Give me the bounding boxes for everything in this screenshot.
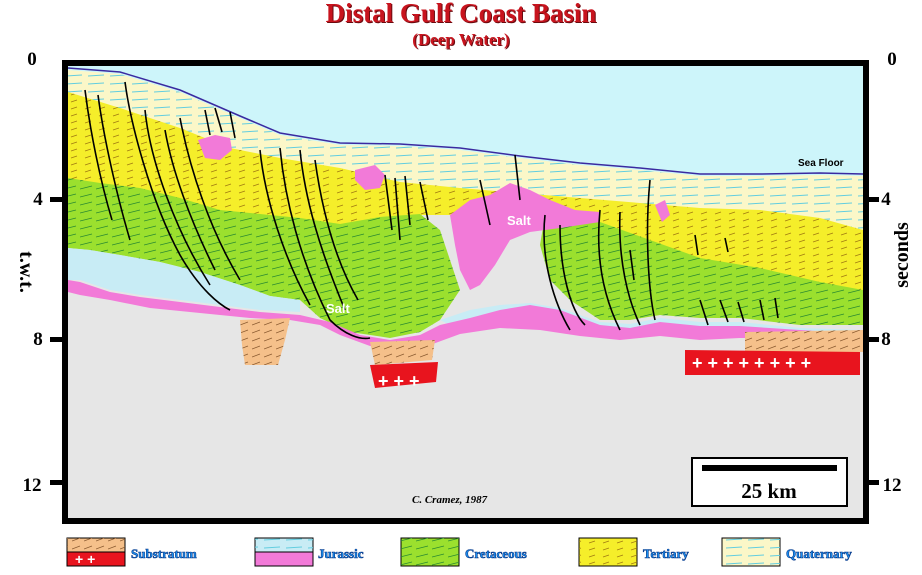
tick-mark-right-8 — [869, 337, 879, 342]
svg-text:+ +: + + — [75, 551, 95, 567]
legend-quaternary: Quaternary — [721, 537, 853, 567]
legend: + + Substratum Jurassic Cretaceous Terti… — [66, 537, 853, 567]
tick-mark-right-4 — [869, 197, 879, 202]
y-tick-right-4: 4 — [881, 189, 891, 210]
svg-text:+ + + + + + + +: + + + + + + + + — [692, 353, 811, 373]
y-tick-right-12: 12 — [883, 475, 902, 496]
y-axis-label-left: t.w.t. — [15, 251, 37, 293]
tick-mark-left-4 — [50, 197, 62, 202]
y-tick-right-8: 8 — [881, 329, 891, 350]
y-axis-label-right: seconds — [891, 222, 913, 288]
credit-label: C. Cramez, 1987 — [412, 494, 488, 506]
cross-section-diagram: 0 4 8 12 0 4 8 12 t.w.t. seconds Sea Flo… — [15, 49, 913, 567]
scale-bar-label: 25 km — [741, 479, 797, 503]
tick-mark-left-8 — [50, 337, 62, 342]
tick-mark-right-12 — [869, 480, 879, 485]
legend-jurassic: Jurassic — [254, 537, 364, 567]
y-tick-left-4: 4 — [33, 189, 43, 210]
legend-substratum: + + Substratum — [66, 537, 197, 567]
y-tick-left-8: 8 — [33, 329, 43, 350]
salt-label-lower: Salt — [326, 301, 351, 316]
sea-floor-label: Sea Floor — [798, 158, 844, 169]
legend-tertiary: Tertiary — [578, 537, 690, 567]
scale-bar: 25 km — [691, 457, 848, 507]
legend-label-jurassic: Jurassic — [318, 546, 364, 561]
y-tick-right-0: 0 — [887, 49, 897, 70]
svg-text:+ + +: + + + — [378, 371, 420, 391]
y-tick-left-12: 12 — [23, 475, 42, 496]
salt-label-upper: Salt — [507, 213, 532, 228]
legend-label-substratum: Substratum — [131, 546, 197, 561]
legend-label-quaternary: Quaternary — [786, 546, 852, 561]
y-tick-left-0: 0 — [27, 49, 37, 70]
tick-mark-left-12 — [50, 480, 62, 485]
legend-label-tertiary: Tertiary — [643, 546, 689, 561]
legend-label-cretaceous: Cretaceous — [465, 546, 527, 561]
legend-cretaceous: Cretaceous — [400, 537, 527, 567]
